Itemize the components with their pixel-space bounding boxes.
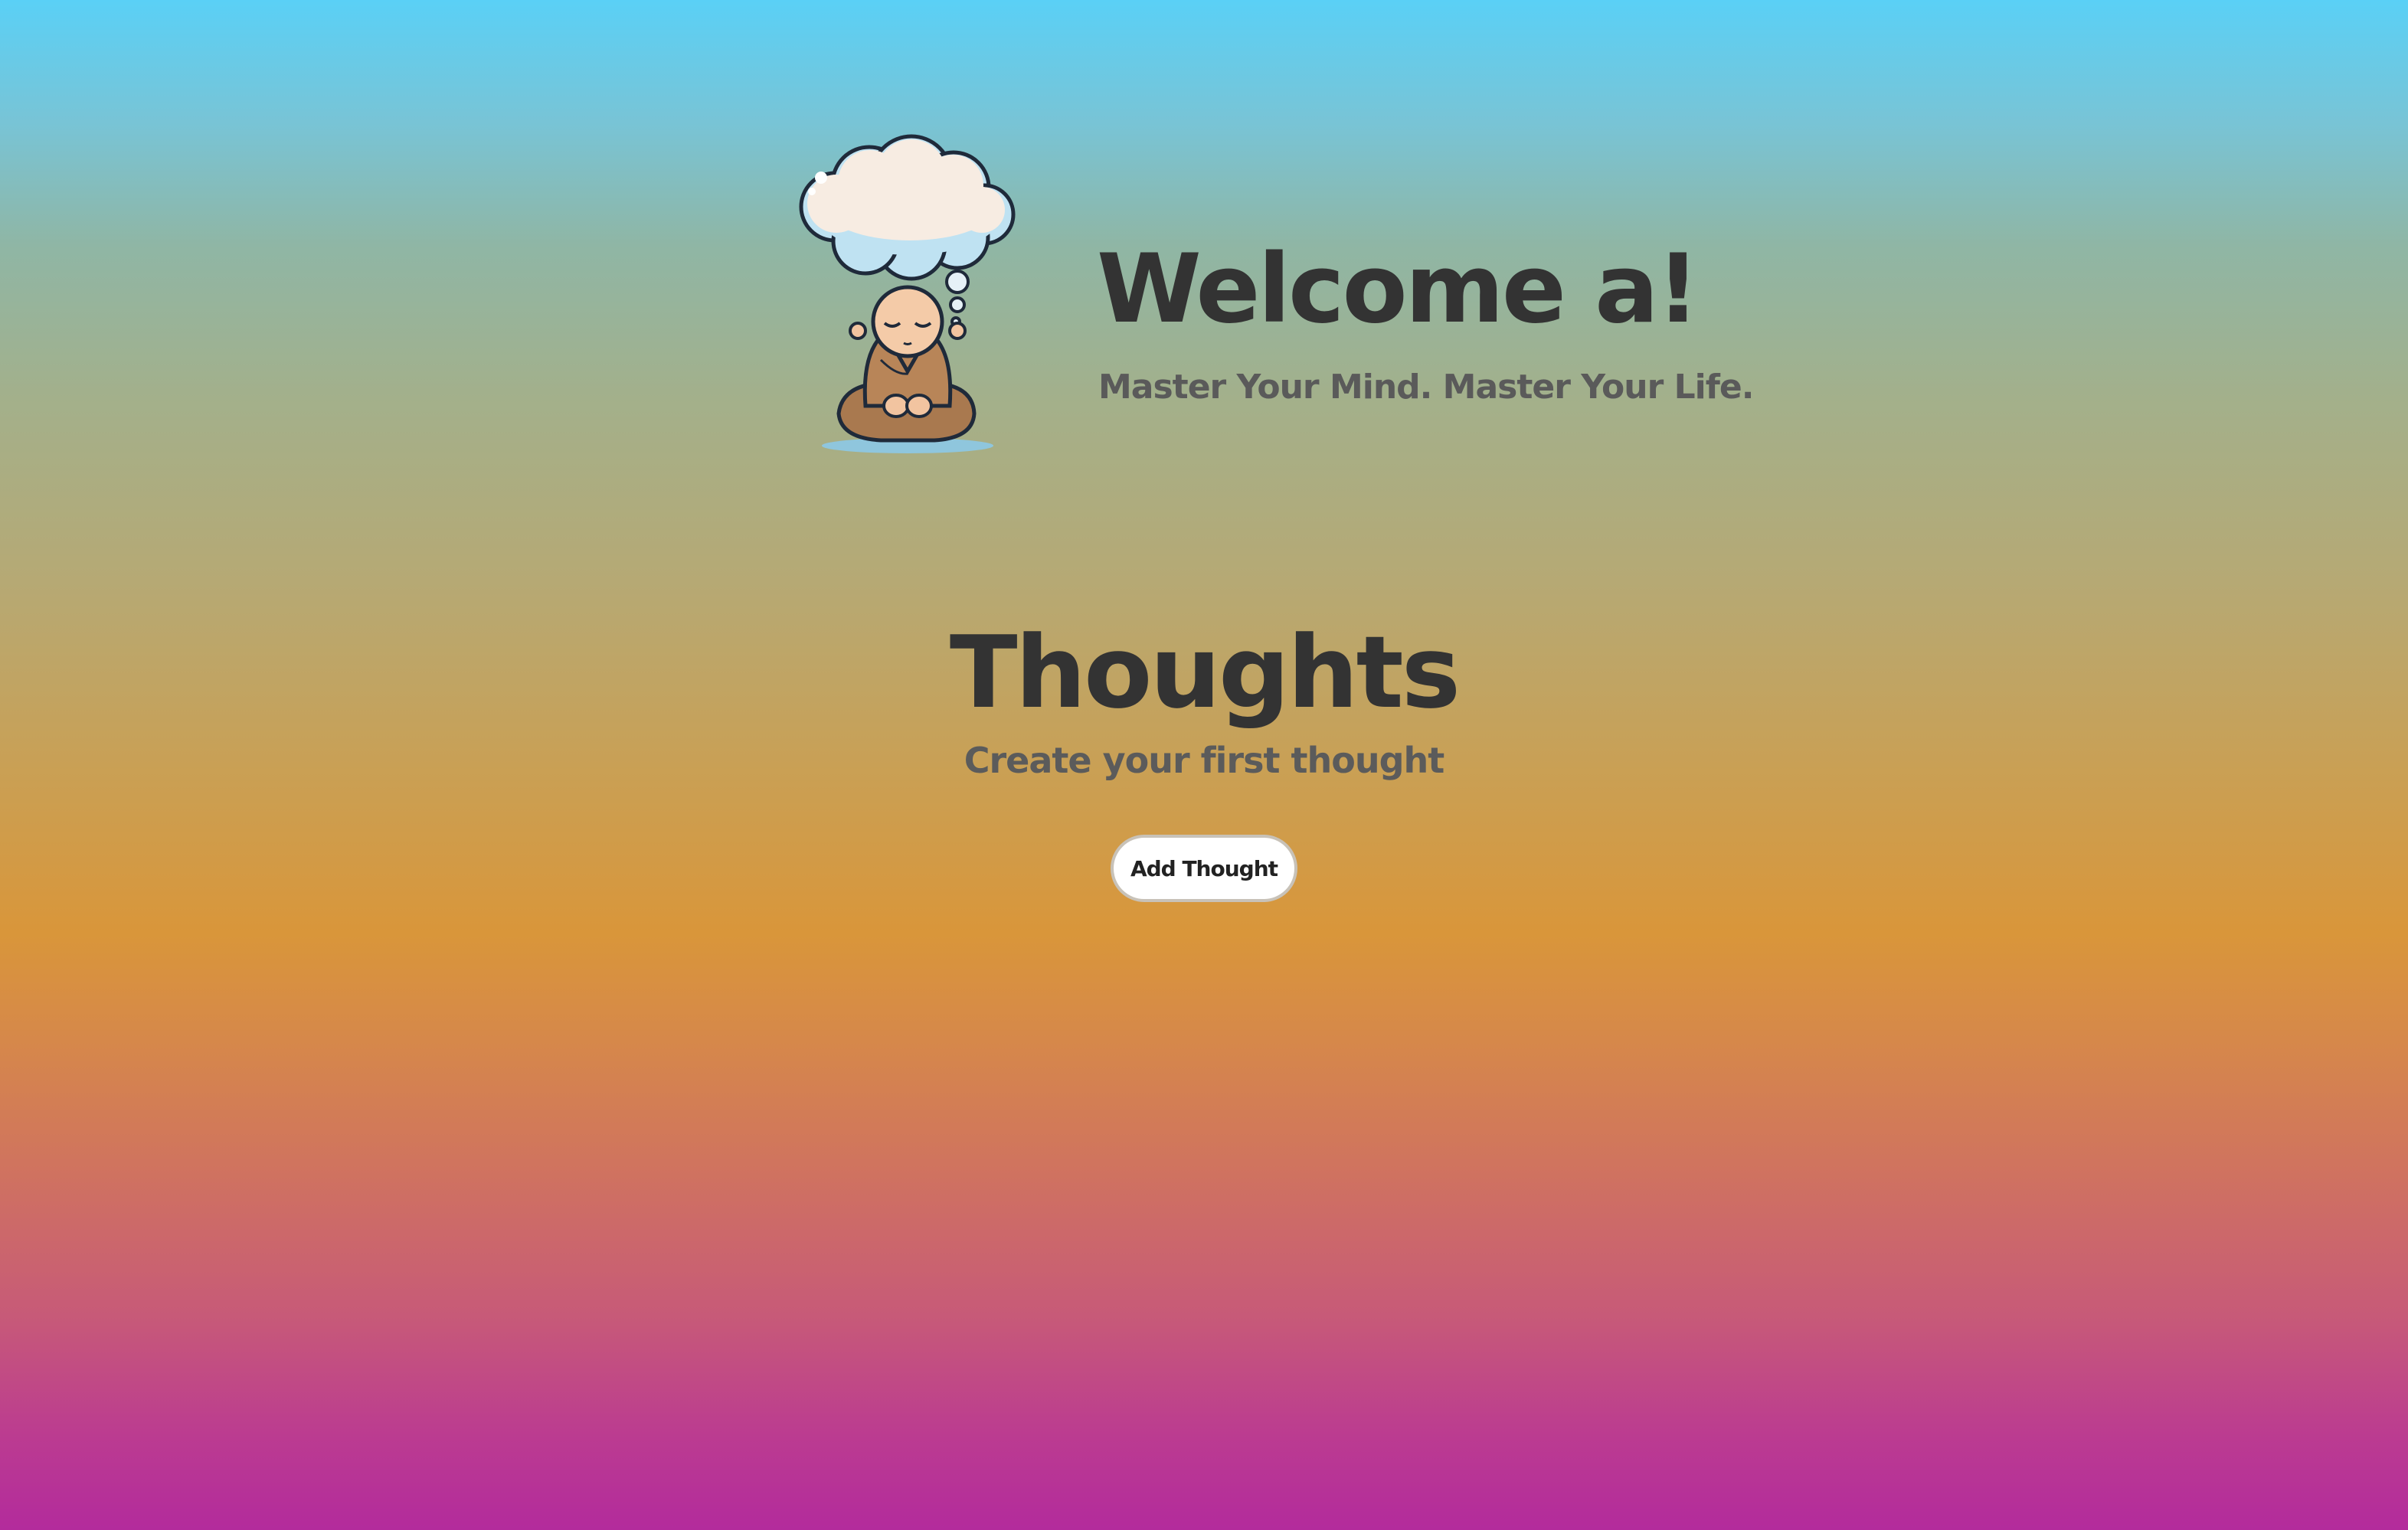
welcome-title: Welcome a! (1097, 234, 1700, 345)
thoughts-title: Thoughts (949, 614, 1461, 731)
welcome-hero: Welcome a! Master Your Mind. Master Your… (781, 130, 1754, 459)
meditating-monk-icon (781, 130, 1034, 459)
empty-state-message: Create your first thought (964, 740, 1445, 781)
tagline: Master Your Mind. Master Your Life. (1098, 368, 1754, 407)
add-thought-button[interactable]: Add Thought (1111, 835, 1297, 902)
thoughts-section: Thoughts Create your first thought Add T… (0, 613, 2408, 902)
